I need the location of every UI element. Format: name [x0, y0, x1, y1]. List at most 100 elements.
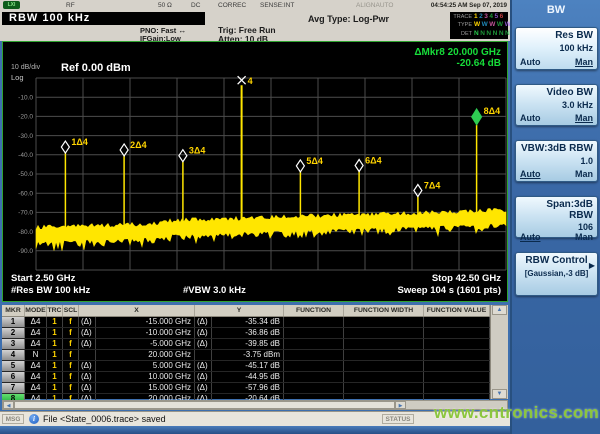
trace-legend-value: 6	[499, 13, 504, 21]
cell-function-value	[424, 328, 490, 338]
cell-scl: f	[63, 350, 79, 360]
table-row[interactable]: 2 Δ4 1 f (Δ) -10.000 GHz (Δ) -36.86 dB	[2, 328, 508, 339]
marker-table-body: 1 Δ4 1 f (Δ) -15.000 GHz (Δ) -35.34 dB 2 Δ4 1 f (Δ) -…	[2, 317, 508, 405]
softkey-title: VBW:3dB RBW	[520, 143, 593, 154]
softkey-title: Span:3dB RBW	[546, 199, 593, 221]
cell-function-width	[344, 328, 424, 338]
auto-option[interactable]: Auto	[520, 113, 541, 123]
auto-option[interactable]: Auto	[520, 232, 541, 242]
svg-text:1Δ4: 1Δ4	[71, 137, 87, 147]
cell-scl: f	[63, 372, 79, 382]
header-x: X	[79, 305, 195, 316]
scroll-down-button[interactable]: ▼	[492, 389, 507, 399]
svg-text:8Δ4: 8Δ4	[484, 106, 500, 116]
softkey-auto-man: Auto Man	[520, 232, 593, 242]
cell-y: -36.86 dB	[212, 328, 284, 338]
cell-function-value	[424, 361, 490, 371]
softkey-value: 100 kHz	[559, 42, 593, 53]
cell-mkr: 5	[2, 361, 25, 371]
cell-y-delta: (Δ)	[195, 339, 212, 349]
svg-text:-90.0: -90.0	[18, 248, 33, 255]
spectrum-chart: -10.0 -20.0 -30.0 -40.0 -50.0 -60.0 -70.0 -80.0…	[18, 75, 507, 271]
softkey-value: 3.0 kHz	[561, 99, 593, 110]
man-option[interactable]: Man	[575, 232, 593, 242]
submenu-arrow-icon: ▶	[588, 261, 595, 270]
trace-legend-value: 4	[489, 13, 493, 21]
scroll-up-button[interactable]: ▲	[492, 305, 507, 315]
avg-type-status: Avg Type: Log-Pwr	[308, 14, 389, 24]
table-row[interactable]: 7 Δ4 1 f (Δ) 15.000 GHz (Δ) -57.96 dB	[2, 383, 508, 394]
cell-x: -15.000 GHz	[96, 317, 195, 327]
table-vertical-scrollbar[interactable]: ▲ ▼	[490, 305, 508, 399]
man-option[interactable]: Man	[575, 169, 593, 179]
cell-trc: 1	[47, 350, 63, 360]
softkey-res-bw[interactable]: Res BW 100 kHz Auto Man	[515, 27, 598, 70]
softkey-video-bw[interactable]: Video BW 3.0 kHz Auto Man	[515, 84, 598, 126]
softkey-auto-man: Auto Man	[520, 57, 593, 67]
svg-text:-70.0: -70.0	[18, 210, 33, 217]
table-row[interactable]: 1 Δ4 1 f (Δ) -15.000 GHz (Δ) -35.34 dB	[2, 317, 508, 328]
cell-scl: f	[63, 328, 79, 338]
trace-legend-value: W	[474, 21, 481, 29]
cell-y: -45.17 dB	[212, 361, 284, 371]
cell-mkr: 6	[2, 372, 25, 382]
cell-y-delta: (Δ)	[195, 372, 212, 382]
rf-status: RF	[66, 2, 75, 9]
cell-x: 15.000 GHz	[96, 383, 195, 393]
header-mkr: MKR	[2, 305, 25, 316]
man-option[interactable]: Man	[575, 113, 593, 123]
table-horizontal-scrollbar[interactable]: ◀ ▶	[2, 400, 508, 410]
cell-function-width	[344, 350, 424, 360]
rbw-readout: RBW 100 kHz	[2, 12, 205, 25]
sweep-annotation: Sweep 104 s (1601 pts)	[397, 285, 502, 296]
status-label: STATUS	[382, 414, 414, 424]
softkey-span-3db-rbw[interactable]: Span:3dB RBW 106 Auto Man	[515, 196, 598, 242]
table-row[interactable]: 4 N 1 f 20.000 GHz -3.75 dBm	[2, 350, 508, 361]
cell-trc: 1	[47, 317, 63, 327]
trace-legend-label: TRACE	[453, 14, 472, 21]
auto-option[interactable]: Auto	[520, 57, 541, 67]
table-row[interactable]: 5 Δ4 1 f (Δ) 5.000 GHz (Δ) -45.17 dB	[2, 361, 508, 372]
auto-option[interactable]: Auto	[520, 169, 541, 179]
svg-text:-30.0: -30.0	[18, 133, 33, 140]
header-function-value: FUNCTION VALUE	[424, 305, 490, 316]
scroll-left-button[interactable]: ◀	[3, 401, 14, 409]
table-row[interactable]: 6 Δ4 1 f (Δ) 10.000 GHz (Δ) -44.95 dB	[2, 372, 508, 383]
trace-legend-row: DET N N N N N N	[452, 29, 510, 38]
softkey-title: Res BW	[555, 30, 593, 41]
impedance-status: 50 Ω	[158, 2, 172, 9]
cell-trc: 1	[47, 361, 63, 371]
cell-mkr: 2	[2, 328, 25, 338]
svg-text:-40.0: -40.0	[18, 152, 33, 159]
stop-freq-label: Stop 42.50 GHz	[431, 273, 501, 284]
table-row[interactable]: 3 Δ4 1 f (Δ) -5.000 GHz (Δ) -39.85 dB	[2, 339, 508, 350]
header-trc: TRC	[47, 305, 63, 316]
scrollbar-thumb[interactable]	[14, 401, 395, 409]
measurement-bar: RBW 100 kHz PNO: Fast ↔ IFGain:Low Trig:…	[0, 11, 518, 44]
cell-scl: f	[63, 339, 79, 349]
cell-function-width	[344, 361, 424, 371]
trace-legend-value: N	[474, 29, 479, 37]
softkey-title: RBW Control	[525, 255, 588, 266]
trace-legend-value: N	[492, 29, 498, 37]
softkey-rbw-control[interactable]: RBW Control ▶ [Gaussian,-3 dB]	[515, 252, 598, 296]
cell-x: -5.000 GHz	[96, 339, 195, 349]
softkey-sidebar: BW Res BW 100 kHz Auto Man Video BW 3.0 kHz Au…	[510, 0, 600, 434]
marker-table: MKR MODE TRC SCL X Y FUNCTION FUNCTION WIDTH FUN…	[2, 305, 508, 408]
man-option[interactable]: Man	[575, 57, 593, 67]
spectrum-display: -10.0 -20.0 -30.0 -40.0 -50.0 -60.0 -70.0 -80.0…	[2, 41, 508, 302]
cell-y-delta: (Δ)	[195, 383, 212, 393]
cell-trc: 1	[47, 339, 63, 349]
ref-level-label: Ref 0.00 dBm	[61, 62, 131, 74]
cell-x-delta: (Δ)	[79, 361, 96, 371]
softkey-title: Video BW	[546, 87, 593, 98]
softkey-vbw-3db-rbw[interactable]: VBW:3dB RBW 1.0 Auto Man	[515, 140, 598, 182]
cell-x: 20.000 GHz	[96, 350, 195, 360]
cell-function-width	[344, 339, 424, 349]
cell-function	[284, 339, 344, 349]
cell-y-delta: (Δ)	[195, 328, 212, 338]
scroll-right-button[interactable]: ▶	[395, 401, 406, 409]
cell-function-width	[344, 383, 424, 393]
delta-marker-readout-ampl: -20.64 dB	[456, 58, 501, 69]
correction-status: CORREC	[218, 2, 247, 9]
